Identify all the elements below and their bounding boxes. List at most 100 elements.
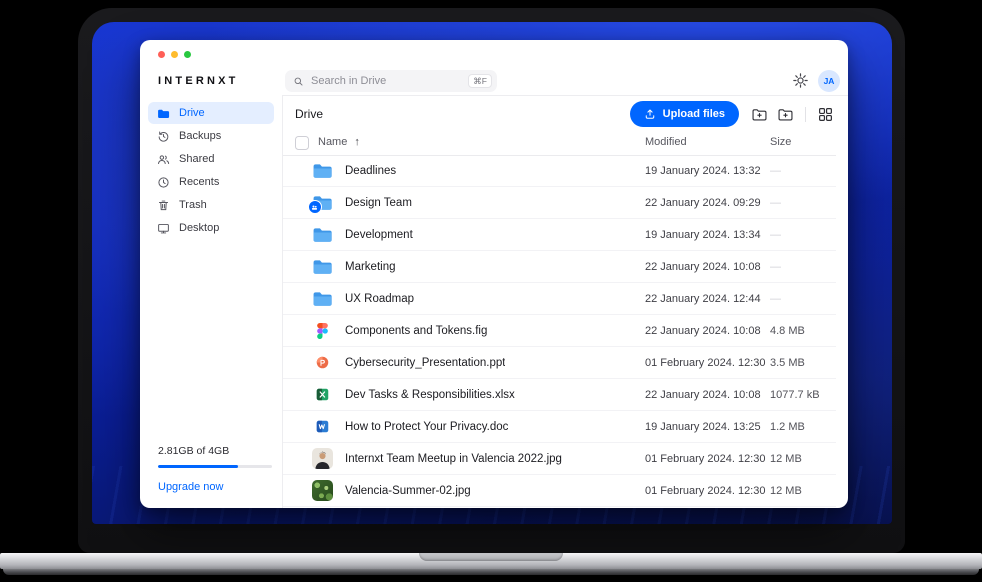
file-name: Cybersecurity_Presentation.ppt (345, 357, 505, 369)
file-size: 1077.7 kB (770, 389, 820, 401)
powerpoint-file-icon (315, 355, 330, 370)
search-bar[interactable]: ⌘F (285, 70, 497, 92)
file-modified: 19 January 2024. 13:32 (645, 165, 761, 177)
file-modified: 01 February 2024. 12:30 (645, 485, 765, 497)
file-size: 4.8 MB (770, 325, 805, 337)
close-window-button[interactable] (158, 51, 165, 58)
search-icon (293, 76, 304, 87)
file-name: Components and Tokens.fig (345, 325, 487, 337)
sidebar-item-label: Trash (179, 199, 207, 211)
table-row[interactable]: Design Team 22 January 2024. 09:29 — (283, 187, 836, 219)
column-header-modified: Modified (645, 136, 687, 148)
sidebar-item-drive[interactable]: Drive (148, 102, 274, 124)
column-header-name[interactable]: Name↑ (318, 136, 360, 148)
sidebar-item-shared[interactable]: Shared (148, 148, 274, 170)
file-list: Deadlines 19 January 2024. 13:32 — Desig… (283, 155, 848, 508)
sidebar-item-desktop[interactable]: Desktop (148, 217, 274, 239)
folder-plus-icon (777, 106, 794, 123)
gear-icon (792, 72, 809, 89)
table-row[interactable]: Dev Tasks & Responsibilities.xlsx 22 Jan… (283, 379, 836, 411)
app-window: INTERNXT ⌘F JA Drive (140, 40, 848, 508)
file-modified: 22 January 2024. 09:29 (645, 197, 761, 209)
folder-icon (157, 107, 170, 120)
file-modified: 19 January 2024. 13:25 (645, 421, 761, 433)
folder-icon (312, 162, 333, 179)
table-row[interactable]: UX Roadmap 22 January 2024. 12:44 — (283, 283, 836, 315)
column-header-size: Size (770, 136, 791, 148)
table-row[interactable]: Internxt Team Meetup in Valencia 2022.jp… (283, 443, 836, 475)
window-controls (158, 51, 191, 58)
table-row[interactable]: Marketing 22 January 2024. 10:08 — (283, 251, 836, 283)
sidebar-item-label: Shared (179, 153, 214, 165)
upgrade-link[interactable]: Upgrade now (158, 481, 272, 493)
upload-folder-button[interactable] (751, 106, 768, 123)
upload-files-label: Upload files (663, 108, 725, 120)
sidebar-item-label: Desktop (179, 222, 219, 234)
search-shortcut-badge: ⌘F (468, 74, 492, 89)
file-size: — (770, 293, 781, 305)
storage-usage-label: 2.81GB of 4GB (158, 445, 272, 457)
photo-thumbnail-foliage (312, 480, 333, 501)
search-input[interactable] (309, 74, 468, 88)
sidebar-item-trash[interactable]: Trash (148, 194, 274, 216)
file-name: Development (345, 229, 413, 241)
monitor-icon (157, 222, 170, 235)
file-modified: 19 January 2024. 13:34 (645, 229, 761, 241)
table-row[interactable]: Development 19 January 2024. 13:34 — (283, 219, 836, 251)
file-size: — (770, 229, 781, 241)
file-name: Deadlines (345, 165, 396, 177)
grid-view-button[interactable] (817, 106, 834, 123)
file-modified: 22 January 2024. 10:08 (645, 389, 761, 401)
file-size: 12 MB (770, 453, 802, 465)
grid-icon (817, 106, 834, 123)
file-name: Marketing (345, 261, 396, 273)
settings-button[interactable] (792, 72, 809, 89)
table-row[interactable]: Valencia-Summer-02.jpg 01 February 2024.… (283, 475, 836, 507)
file-size: 1.2 MB (770, 421, 805, 433)
upload-files-button[interactable]: Upload files (630, 101, 739, 127)
figma-file-icon (317, 323, 328, 339)
file-name: How to Protect Your Privacy.doc (345, 421, 508, 433)
file-size: 12 MB (770, 485, 802, 497)
toolbar-divider (805, 107, 806, 122)
sidebar-item-label: Recents (179, 176, 219, 188)
excel-file-icon (315, 387, 330, 402)
trash-icon (157, 199, 170, 212)
laptop-base-edge (3, 569, 979, 575)
storage-progress-track (158, 465, 272, 468)
toolbar-actions: Upload files (630, 101, 834, 127)
sidebar-item-recents[interactable]: Recents (148, 171, 274, 193)
select-all-checkbox[interactable] (295, 136, 309, 150)
sort-arrow-icon: ↑ (354, 136, 360, 148)
table-row[interactable]: How to Protect Your Privacy.doc 19 Janua… (283, 411, 836, 443)
sidebar-item-label: Drive (179, 107, 205, 119)
table-header: Name↑ Modified Size (283, 132, 836, 156)
laptop-screen: INTERNXT ⌘F JA Drive (78, 8, 905, 553)
file-size: — (770, 261, 781, 273)
main-panel: Drive Upload files (283, 95, 848, 508)
file-name: Dev Tasks & Responsibilities.xlsx (345, 389, 515, 401)
table-row[interactable]: Deadlines 19 January 2024. 13:32 — (283, 155, 836, 187)
table-row[interactable]: Cybersecurity_Presentation.ppt 01 Februa… (283, 347, 836, 379)
file-name: Design Team (345, 197, 412, 209)
create-folder-button[interactable] (777, 106, 794, 123)
zoom-window-button[interactable] (184, 51, 191, 58)
file-size: — (770, 165, 781, 177)
avatar[interactable]: JA (818, 70, 840, 92)
backup-clock-icon (157, 130, 170, 143)
storage-progress-fill (158, 465, 238, 468)
shared-badge-icon (308, 200, 322, 214)
upload-icon (644, 108, 656, 120)
file-modified: 01 February 2024. 12:30 (645, 357, 765, 369)
file-name: Valencia-Summer-02.jpg (345, 485, 471, 497)
photo-thumbnail-portrait (312, 448, 333, 469)
laptop-base-notch (419, 553, 563, 561)
folder-plus-icon (751, 106, 768, 123)
folder-icon (312, 258, 333, 275)
table-row[interactable]: Components and Tokens.fig 22 January 202… (283, 315, 836, 347)
file-modified: 22 January 2024. 10:08 (645, 261, 761, 273)
people-icon (157, 153, 170, 166)
storage-meter: 2.81GB of 4GB Upgrade now (158, 445, 272, 493)
sidebar-item-backups[interactable]: Backups (148, 125, 274, 147)
minimize-window-button[interactable] (171, 51, 178, 58)
